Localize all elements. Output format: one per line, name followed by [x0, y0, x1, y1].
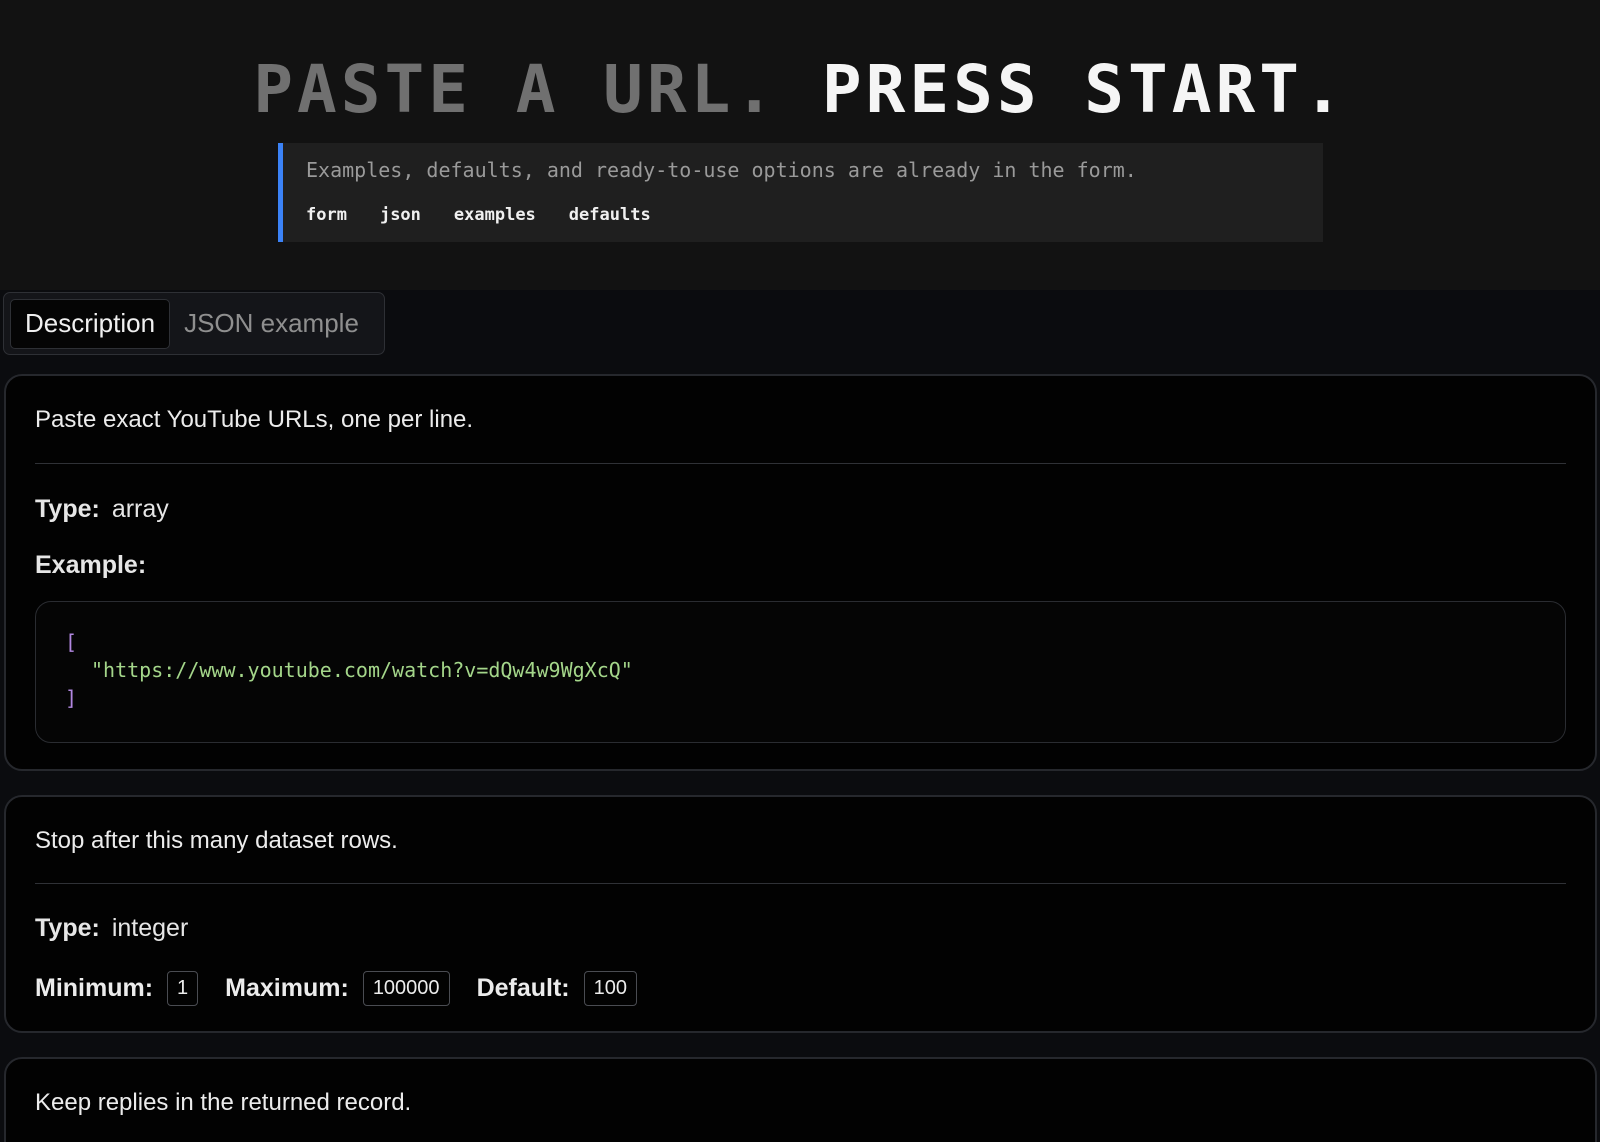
minimum-value: 1: [167, 971, 199, 1006]
field-description: Keep replies in the returned record.: [35, 1089, 412, 1116]
hero-section: PASTE A URL. PRESS START. Examples, defa…: [0, 0, 1600, 290]
field-card-max-rows: Stop after this many dataset rows. Type:…: [4, 795, 1597, 1033]
default-value: 100: [583, 971, 637, 1006]
tag-examples: examples: [453, 205, 536, 225]
maximum-value: 100000: [362, 971, 450, 1006]
tag-json: json: [379, 205, 421, 225]
divider: [35, 463, 1566, 464]
field-constraints: Minimum: 1 Maximum: 100000 Default: 100: [35, 971, 664, 1006]
field-type: Type: integer: [35, 914, 188, 943]
type-label: Type:: [35, 914, 100, 942]
tab-description[interactable]: Description: [10, 298, 171, 349]
example-code-block: [ "https://www.youtube.com/watch?v=dQw4w…: [35, 601, 1566, 743]
tag-form: form: [306, 205, 347, 225]
view-tabs: Description JSON example: [3, 292, 385, 355]
code-url-value: "https://www.youtube.com/watch?v=dQw4w9W…: [91, 658, 633, 682]
callout-tags: form json examples defaults: [306, 205, 651, 225]
divider: [35, 883, 1566, 884]
example-label: Example:: [35, 551, 147, 579]
callout-subtitle: Examples, defaults, and ready-to-use opt…: [306, 158, 1137, 182]
type-label: Type:: [35, 495, 100, 523]
default-label: Default:: [476, 974, 570, 1002]
field-description: Stop after this many dataset rows.: [35, 827, 398, 854]
type-value: array: [111, 495, 169, 523]
field-card-replies: Keep replies in the returned record.: [4, 1057, 1597, 1142]
field-card-urls: Paste exact YouTube URLs, one per line. …: [4, 374, 1597, 771]
hero-title-dim: PASTE A URL.: [253, 51, 779, 128]
field-example-heading: Example:: [35, 551, 158, 580]
type-value: integer: [111, 914, 189, 942]
maximum-label: Maximum:: [225, 974, 349, 1002]
hero-title: PASTE A URL. PRESS START.: [0, 50, 1600, 130]
hero-title-bright: PRESS START.: [821, 51, 1347, 128]
info-callout: Examples, defaults, and ready-to-use opt…: [278, 143, 1323, 242]
code-close-bracket: ]: [65, 686, 78, 710]
field-type: Type: array: [35, 495, 169, 524]
tag-defaults: defaults: [568, 205, 651, 225]
field-description: Paste exact YouTube URLs, one per line.: [35, 406, 474, 433]
code-open-bracket: [: [65, 630, 78, 654]
tab-json-example[interactable]: JSON example: [170, 299, 373, 349]
minimum-label: Minimum:: [35, 974, 154, 1002]
